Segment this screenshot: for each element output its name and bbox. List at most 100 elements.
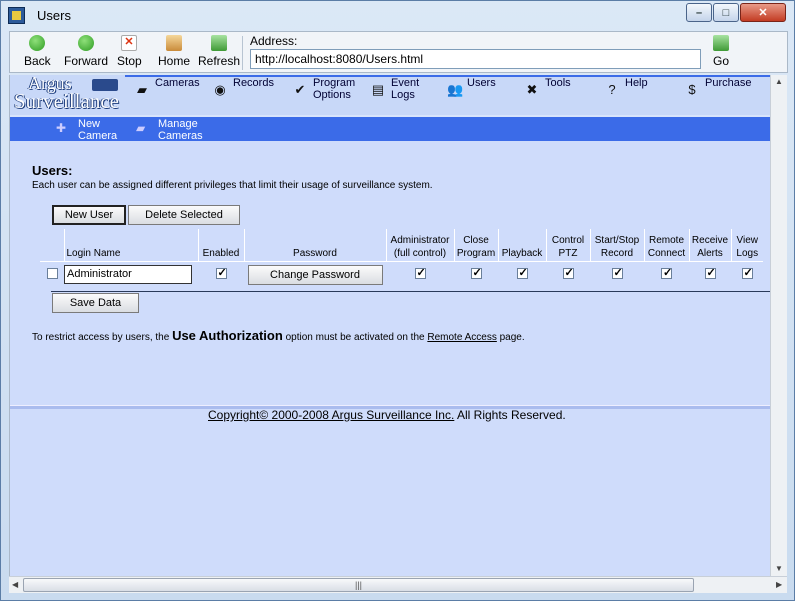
tools-icon: ✖ xyxy=(526,82,538,97)
scroll-right-icon[interactable]: ▶ xyxy=(776,580,782,589)
nav-users[interactable]: 👥 Users xyxy=(447,77,496,97)
table-divider xyxy=(51,291,770,292)
remote-access-link[interactable]: Remote Access xyxy=(427,332,496,343)
table-header-row: Login Name Enabled Password Administrato… xyxy=(40,229,763,261)
nav-label: Help xyxy=(625,77,648,89)
enabled-header: Enabled xyxy=(197,229,244,261)
nav-purchase[interactable]: $ Purchase xyxy=(685,77,751,97)
row-select-checkbox[interactable] xyxy=(46,267,58,279)
close-program-header: Close Program xyxy=(453,229,498,261)
record-checkbox[interactable] xyxy=(611,266,623,279)
subnav-label: Manage xyxy=(158,118,198,130)
home-button[interactable]: Home xyxy=(158,35,190,68)
enabled-cell xyxy=(198,260,244,288)
alerts-checkbox[interactable] xyxy=(704,266,716,279)
new-user-button[interactable]: New User xyxy=(52,205,126,225)
delete-selected-button[interactable]: Delete Selected xyxy=(128,205,240,225)
nav-menu: ▰ Cameras ◉ Records ✔ Program Options ▤ Event… xyxy=(125,77,770,115)
close-program-cell xyxy=(454,260,498,288)
login-name-input[interactable]: Administrator xyxy=(64,265,192,285)
close-button[interactable]: ✕ xyxy=(740,3,786,22)
note-bold: Use Authorization xyxy=(172,328,283,343)
note-text-2: option must be activated on the xyxy=(282,332,428,343)
refresh-icon xyxy=(211,35,228,51)
nav-label: Purchase xyxy=(705,77,752,89)
remote-header: Remote Connect xyxy=(643,229,689,261)
subnav-manage-cameras[interactable]: ▰ Manage Cameras xyxy=(136,118,203,142)
maximize-button[interactable]: □ xyxy=(713,3,739,22)
nav-records[interactable]: ◉ Records xyxy=(213,77,274,97)
header-label: Enabled xyxy=(202,247,240,259)
ptz-header: Control PTZ xyxy=(545,229,590,261)
header-label-2: PTZ xyxy=(558,247,578,259)
horizontal-scrollbar[interactable]: ◀ ||| ▶ xyxy=(9,576,787,593)
go-arrow-icon xyxy=(713,35,729,51)
nav-tools[interactable]: ✖ Tools xyxy=(525,77,571,97)
back-button[interactable]: Back xyxy=(24,35,51,68)
ptz-checkbox[interactable] xyxy=(562,266,574,279)
scroll-up-icon[interactable]: ▲ xyxy=(775,77,783,86)
password-cell: Change Password xyxy=(244,260,386,288)
browser-window: Users – □ ✕ Back Forward Stop Home Refre… xyxy=(0,0,795,601)
note-text: To restrict access by users, the xyxy=(32,332,173,343)
refresh-label: Refresh xyxy=(198,54,241,68)
camera-icon: ▰ xyxy=(137,82,147,97)
subnav-label: New xyxy=(78,118,101,130)
minimize-button[interactable]: – xyxy=(686,3,712,22)
forward-arrow-icon xyxy=(78,35,94,51)
enabled-checkbox[interactable] xyxy=(215,266,227,279)
header-label: View xyxy=(736,234,759,246)
back-arrow-icon xyxy=(29,35,46,51)
address-input[interactable]: http://localhost:8080/Users.html xyxy=(250,49,701,69)
save-data-button[interactable]: Save Data xyxy=(52,293,139,313)
header-label-2: Connect xyxy=(647,247,686,259)
stop-button[interactable]: Stop xyxy=(117,35,142,68)
page-title: Users: xyxy=(32,163,73,178)
nav-help[interactable]: ? Help xyxy=(605,77,648,97)
go-button[interactable]: Go xyxy=(713,35,729,68)
admin-header: Administrator (full control) xyxy=(385,229,454,261)
page-description: Each user can be assigned different priv… xyxy=(32,180,433,191)
nav-label: Users xyxy=(467,77,496,89)
remote-checkbox[interactable] xyxy=(661,266,672,279)
nav-event-logs[interactable]: ▤ Event Logs xyxy=(371,77,419,101)
header-label: Playback xyxy=(501,247,543,259)
remote-cell xyxy=(644,260,689,288)
main-navbar: Argus Surveillance ▰ Cameras ◉ Records ✔ Pr… xyxy=(10,75,770,142)
scroll-thumb[interactable]: ||| xyxy=(23,578,694,592)
subnav-label-2: Camera xyxy=(78,130,118,142)
playback-checkbox[interactable] xyxy=(516,266,528,279)
subnav-label-2: Cameras xyxy=(158,130,203,142)
scroll-down-icon[interactable]: ▼ xyxy=(775,564,783,573)
argus-logo[interactable]: Argus Surveillance xyxy=(10,75,125,115)
sub-navbar: ✚ New Camera ▰ Manage Cameras xyxy=(10,115,770,142)
home-icon xyxy=(166,35,182,51)
logo-line2: Surveillance xyxy=(14,89,119,113)
refresh-button[interactable]: Refresh xyxy=(198,35,240,68)
logs-checkbox[interactable] xyxy=(741,266,753,279)
address-label: Address: xyxy=(250,34,298,48)
playback-cell xyxy=(498,260,546,288)
browser-toolbar: Back Forward Stop Home Refresh Address: … xyxy=(9,31,788,73)
alerts-header: Receive Alerts xyxy=(688,229,731,261)
nav-label-2: Options xyxy=(313,89,351,101)
close-program-checkbox[interactable] xyxy=(470,266,482,279)
admin-checkbox[interactable] xyxy=(414,266,426,279)
dollar-icon: $ xyxy=(688,82,696,97)
stop-icon xyxy=(121,35,138,51)
nav-program-options[interactable]: ✔ Program Options xyxy=(293,77,356,101)
subnav-new-camera[interactable]: ✚ New Camera xyxy=(56,118,117,142)
window-title: Users xyxy=(37,8,71,23)
change-password-button[interactable]: Change Password xyxy=(247,264,383,285)
admin-cell xyxy=(386,260,454,288)
nav-label-2: Logs xyxy=(391,89,415,101)
copyright-link[interactable]: Copyright© 2000-2008 Argus Surveillance … xyxy=(208,408,454,422)
nav-cameras[interactable]: ▰ Cameras xyxy=(135,77,200,97)
table-row: Administrator Change Password xyxy=(40,260,763,288)
forward-button[interactable]: Forward xyxy=(64,35,108,68)
scroll-left-icon[interactable]: ◀ xyxy=(12,580,18,589)
nav-label: Cameras xyxy=(155,77,200,89)
app-icon xyxy=(8,7,25,24)
vertical-scrollbar[interactable]: ▲ ▼ xyxy=(770,75,787,576)
toolbar-separator xyxy=(242,36,243,70)
